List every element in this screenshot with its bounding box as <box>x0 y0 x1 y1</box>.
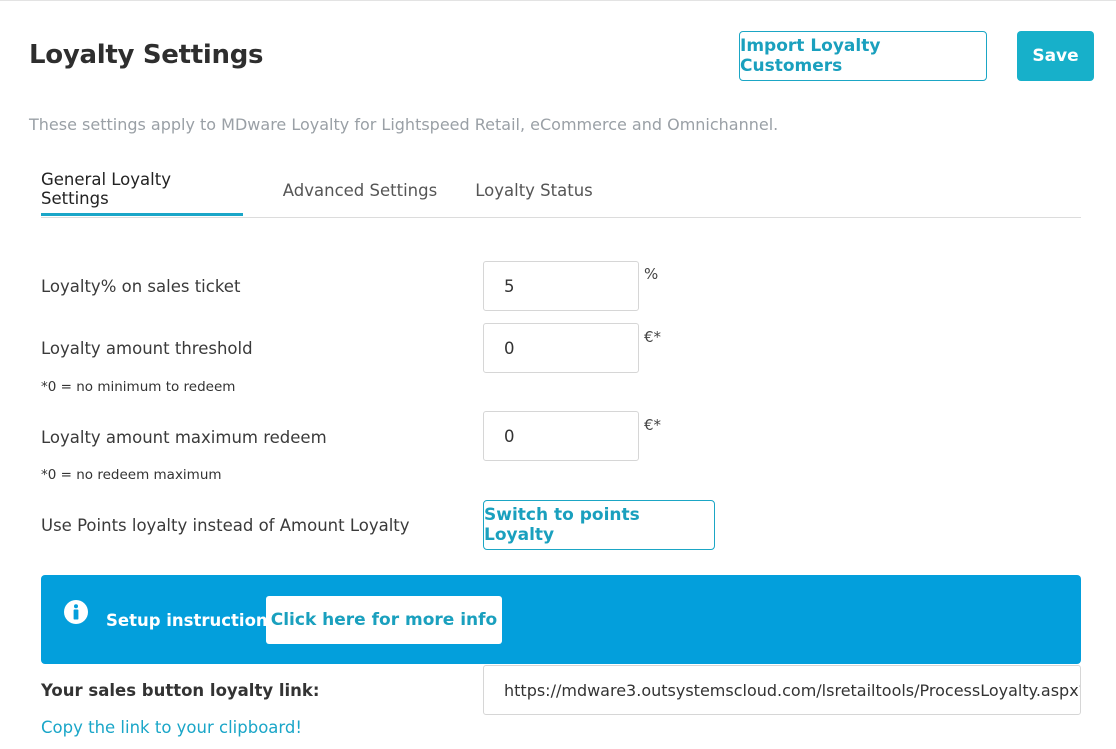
tab-loyalty-status[interactable]: Loyalty Status <box>471 165 597 216</box>
loyalty-percent-unit: % <box>644 265 659 283</box>
threshold-input[interactable]: 0 <box>483 323 639 373</box>
switch-to-points-button[interactable]: Switch to points Loyalty <box>483 500 715 550</box>
points-loyalty-label: Use Points loyalty instead of Amount Loy… <box>41 516 410 535</box>
sales-button-link-label: Your sales button loyalty link: <box>41 681 320 700</box>
info-icon <box>64 600 88 624</box>
import-loyalty-customers-button[interactable]: Import Loyalty Customers <box>739 31 987 81</box>
page-title: Loyalty Settings <box>29 40 264 70</box>
settings-tabs: General Loyalty Settings Advanced Settin… <box>41 165 1081 218</box>
page-subtitle: These settings apply to MDware Loyalty f… <box>29 115 779 134</box>
threshold-unit: €* <box>644 328 662 346</box>
max-redeem-input[interactable]: 0 <box>483 411 639 461</box>
save-button[interactable]: Save <box>1017 31 1094 81</box>
threshold-note: *0 = no minimum to redeem <box>41 379 236 395</box>
setup-instructions-label: Setup instructions <box>106 611 278 630</box>
tab-general-loyalty-settings[interactable]: General Loyalty Settings <box>41 165 243 216</box>
loyalty-percent-label: Loyalty% on sales ticket <box>41 277 241 296</box>
max-redeem-note: *0 = no redeem maximum <box>41 467 222 483</box>
tab-advanced-settings[interactable]: Advanced Settings <box>278 165 442 216</box>
max-redeem-unit: €* <box>644 416 662 434</box>
copy-link-button[interactable]: Copy the link to your clipboard! <box>41 718 302 737</box>
more-info-button[interactable]: Click here for more info <box>266 596 502 644</box>
setup-instructions-bar: Setup instructions Click here for more i… <box>41 575 1081 664</box>
threshold-label: Loyalty amount threshold <box>41 339 253 358</box>
max-redeem-label: Loyalty amount maximum redeem <box>41 428 327 447</box>
top-divider <box>0 0 1116 1</box>
tabs-divider <box>41 217 1081 218</box>
loyalty-percent-input[interactable]: 5 <box>483 261 639 311</box>
loyalty-link-field[interactable]: https://mdware3.outsystemscloud.com/lsre… <box>483 665 1081 715</box>
